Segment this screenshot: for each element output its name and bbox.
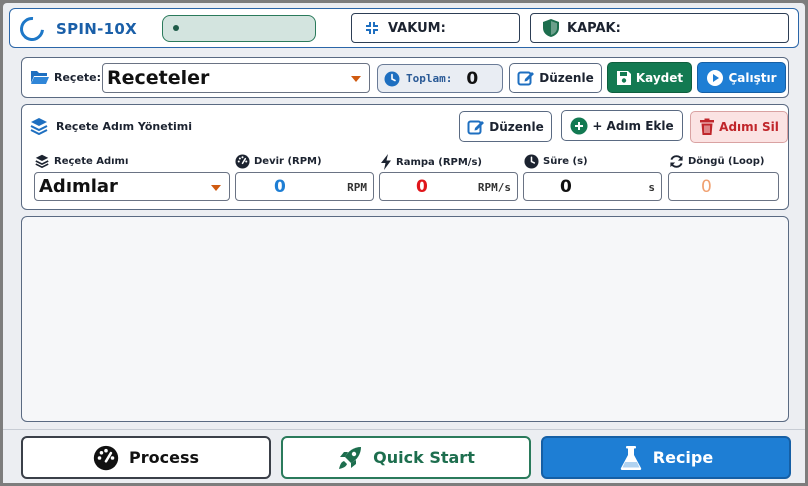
- recipe-select[interactable]: Receteler: [102, 63, 370, 93]
- lightning-icon: [381, 154, 391, 170]
- layers-icon: [30, 117, 48, 135]
- run-label: Çalıştır: [728, 70, 777, 85]
- gauge-icon: [93, 445, 119, 471]
- rpm-value: 0: [274, 177, 286, 197]
- recipe-card: Reçete: Receteler Toplam: 0 Düzenle Kayd…: [21, 57, 789, 98]
- compress-arrows-icon: [362, 18, 382, 38]
- loop-label: Döngü (Loop): [688, 156, 765, 167]
- time-label: Süre (s): [543, 156, 588, 167]
- floppy-disk-icon: [616, 70, 632, 86]
- folder-open-icon: [30, 69, 50, 85]
- shield-icon: [541, 18, 561, 38]
- edit-icon: [517, 69, 535, 87]
- step-management-title: Reçete Adım Yönetimi: [56, 119, 192, 133]
- rpm-input[interactable]: 0 RPM: [235, 172, 374, 201]
- step-management-card: Reçete Adım Yönetimi Düzenle + Adım Ekle: [21, 104, 789, 210]
- recipe-label-group: Reçete:: [30, 69, 101, 85]
- step-management-header: Reçete Adım Yönetimi: [30, 117, 192, 135]
- step-field-label: Reçete Adımı: [34, 154, 128, 168]
- loop-field-label: Döngü (Loop): [669, 154, 764, 169]
- recipe-select-value: Receteler: [107, 67, 210, 89]
- nav-quick-start-label: Quick Start: [373, 448, 475, 467]
- trash-icon: [699, 118, 715, 136]
- step-edit-button[interactable]: Düzenle: [459, 111, 552, 142]
- rpm-field-label: Devir (RPM): [235, 154, 322, 169]
- delete-step-button[interactable]: Adımı Sil: [690, 111, 788, 143]
- ramp-input[interactable]: 0 RPM/s: [379, 172, 518, 201]
- vakum-label: VAKUM:: [388, 20, 446, 36]
- vakum-status: VAKUM:: [351, 13, 520, 43]
- top-status-bar: SPIN-10X VAKUM: KAPAK:: [9, 8, 799, 48]
- step-select-value: Adımlar: [39, 176, 118, 197]
- time-value: 0: [560, 177, 572, 197]
- ramp-value: 0: [416, 177, 428, 197]
- time-unit: s: [648, 181, 655, 194]
- status-dot-icon: [173, 25, 179, 31]
- time-field-label: Süre (s): [524, 154, 588, 169]
- chevron-down-icon: [351, 76, 361, 82]
- total-display: Toplam: 0: [377, 64, 503, 93]
- total-label: Toplam:: [406, 72, 453, 85]
- ramp-field-label: Rampa (RPM/s): [380, 154, 482, 170]
- add-step-label: + Adım Ekle: [592, 118, 674, 133]
- time-input[interactable]: 0 s: [523, 172, 662, 201]
- rpm-label: Devir (RPM): [254, 156, 322, 167]
- chevron-down-icon: [211, 185, 221, 191]
- add-step-button[interactable]: + Adım Ekle: [561, 110, 683, 141]
- kapak-label: KAPAK:: [567, 20, 621, 36]
- device-name: SPIN-10X: [56, 20, 137, 38]
- rocket-icon: [337, 445, 363, 471]
- loop-input[interactable]: 0: [668, 172, 779, 201]
- delete-step-label: Adımı Sil: [719, 120, 779, 134]
- step-select[interactable]: Adımlar: [34, 172, 230, 201]
- nav-process-button[interactable]: Process: [21, 436, 271, 479]
- nav-process-label: Process: [129, 448, 199, 467]
- loop-value: 0: [701, 177, 712, 197]
- recipe-preview-area: [21, 216, 789, 422]
- flask-icon: [619, 445, 643, 471]
- recipe-edit-button[interactable]: Düzenle: [509, 63, 602, 93]
- rpm-unit: RPM: [347, 181, 367, 194]
- save-button[interactable]: Kaydet: [607, 62, 692, 93]
- nav-recipe-label: Recipe: [652, 448, 714, 467]
- gauge-icon: [235, 154, 250, 169]
- bottom-nav: Process Quick Start Recipe: [3, 429, 805, 483]
- recipe-label: Reçete:: [54, 70, 102, 84]
- clock-icon: [384, 71, 400, 87]
- edit-icon: [467, 118, 485, 136]
- spinner-logo-icon: [15, 12, 49, 46]
- total-value: 0: [466, 68, 479, 89]
- step-edit-label: Düzenle: [489, 119, 544, 134]
- kapak-status: KAPAK:: [530, 13, 789, 43]
- plus-circle-icon: [570, 117, 588, 135]
- nav-quick-start-button[interactable]: Quick Start: [281, 436, 531, 479]
- run-button[interactable]: Çalıştır: [697, 62, 786, 93]
- app-window: SPIN-10X VAKUM: KAPAK: Reçete: Receteler…: [3, 3, 805, 483]
- connection-status-pill: [162, 15, 316, 42]
- ramp-label: Rampa (RPM/s): [396, 156, 482, 168]
- save-label: Kaydet: [635, 70, 684, 85]
- play-circle-icon: [706, 69, 724, 87]
- recipe-edit-label: Düzenle: [539, 71, 594, 85]
- ramp-unit: RPM/s: [477, 181, 511, 194]
- layers-icon: [35, 154, 49, 168]
- step-label: Reçete Adımı: [54, 155, 129, 167]
- clock-icon: [524, 154, 539, 169]
- nav-recipe-button[interactable]: Recipe: [541, 436, 791, 479]
- refresh-icon: [670, 155, 683, 168]
